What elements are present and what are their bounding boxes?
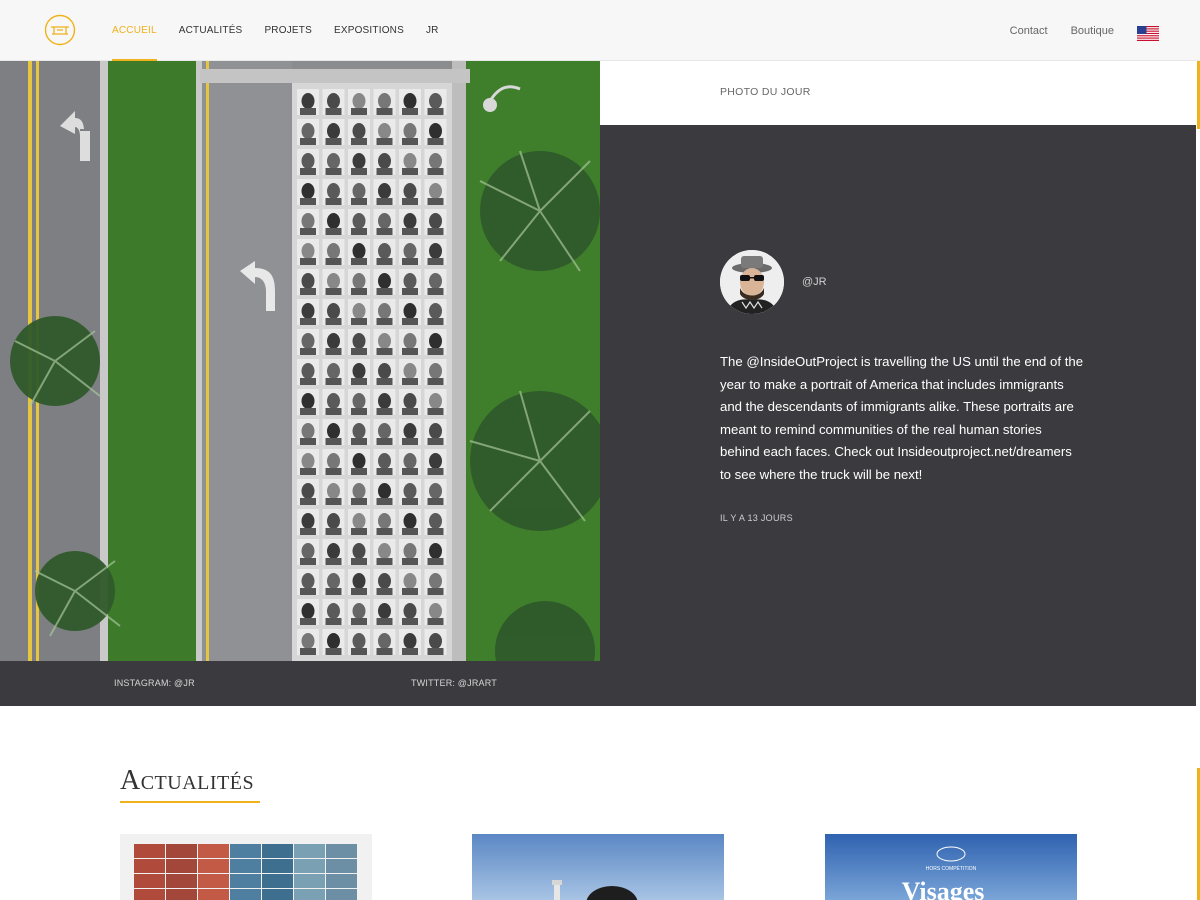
photo-caption: PHOTO DU JOUR [720,86,811,98]
site-header: ACCUEIL ACTUALITÉS PROJETS EXPOSITIONS J… [0,0,1200,61]
photo-of-the-day: PHOTO DU JOUR @JR The @InsideOutProject … [0,61,1196,706]
aerial-photo-image[interactable] [0,61,600,661]
twitter-link[interactable]: TWITTER: @JRART [411,678,497,688]
news-title-underline [120,801,260,803]
avatar[interactable] [720,250,784,314]
jr-logo-icon[interactable] [44,14,76,46]
post-text: The @InsideOutProject is travelling the … [720,354,1084,482]
photo-caption-bar: PHOTO DU JOUR [600,61,1196,125]
contact-link[interactable]: Contact [1010,25,1048,37]
main-nav: ACCUEIL ACTUALITÉS PROJETS EXPOSITIONS J… [112,0,461,61]
nav-item-jr[interactable]: JR [426,0,439,61]
poster-badge: HORS COMPÉTITION [926,865,977,872]
nav-item-expositions[interactable]: EXPOSITIONS [334,0,404,61]
news-section-title: Actualités [120,765,255,796]
author-handle[interactable]: @JR [802,276,827,288]
instagram-link[interactable]: INSTAGRAM: @JR [114,678,195,688]
nav-item-actualites[interactable]: ACTUALITÉS [179,0,243,61]
us-flag-icon[interactable] [1137,25,1159,41]
news-card-visages-poster[interactable]: HORS COMPÉTITION Visages [825,834,1077,900]
nav-item-accueil[interactable]: ACCUEIL [112,0,157,61]
post-timestamp: IL Y A 13 JOURS [720,513,793,523]
nav-item-projets[interactable]: PROJETS [264,0,312,61]
secondary-nav: Contact Boutique [987,0,1159,61]
news-card-portrait[interactable] [472,834,724,900]
news-card-containers[interactable] [120,834,372,900]
shop-link[interactable]: Boutique [1071,25,1114,37]
poster-title: Visages [902,877,985,900]
